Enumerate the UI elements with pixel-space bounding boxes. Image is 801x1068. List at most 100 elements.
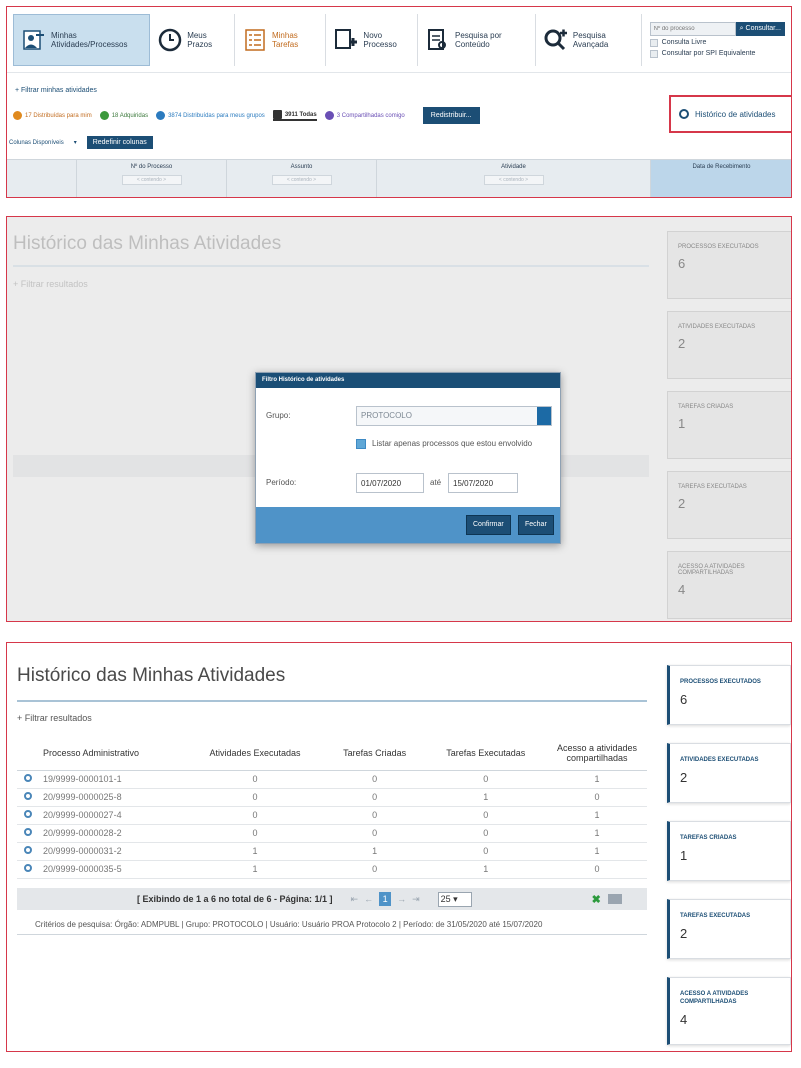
next-page-icon[interactable]: → xyxy=(397,894,406,904)
redistribuir-button[interactable]: Redistribuir... xyxy=(422,107,480,124)
summary-label: ACESSO A ATIVIDADES COMPARTILHADAS xyxy=(678,564,745,576)
grid-header-data[interactable]: Data de Recebimento xyxy=(651,160,791,197)
col-acesso-compartilhadas[interactable]: Acesso a atividades compartilhadas xyxy=(547,736,647,771)
summary-label: TAREFAS EXECUTADAS xyxy=(680,913,751,919)
share-icon xyxy=(324,111,334,120)
title-rule xyxy=(13,265,649,267)
results-area: Histórico das Minhas Atividades + Filtra… xyxy=(7,643,657,1051)
confirmar-button[interactable]: Confirmar xyxy=(466,515,511,535)
grupo-value: PROTOCOLO xyxy=(361,411,412,420)
col-tarefas-criadas[interactable]: Tarefas Criadas xyxy=(324,736,425,771)
tab-minhas-atividades[interactable]: Minhas Atividades/Processos xyxy=(13,13,151,66)
grupo-select[interactable]: PROTOCOLO xyxy=(356,406,552,426)
historico-results-panel: Histórico das Minhas Atividades + Filtra… xyxy=(6,642,792,1052)
gear-icon[interactable] xyxy=(24,846,32,854)
filter-input[interactable]: < contendo > xyxy=(483,175,544,185)
stat-distribuidas-grupos[interactable]: 3874 Distribuídas para meus grupos xyxy=(156,111,265,120)
chevron-down-icon xyxy=(537,407,551,425)
column-controls: Colunas Disponíveis ▾ Redefinir colunas xyxy=(9,136,153,149)
title-rule xyxy=(17,700,647,702)
stat-distribuidas-mim[interactable]: 17 Distribuídas para mim xyxy=(13,111,92,120)
tab-novo-processo[interactable]: Novo Processo xyxy=(326,13,418,66)
table-header-row: Processo Administrativo Atividades Execu… xyxy=(17,736,647,771)
tab-pesquisa-conteudo[interactable]: Pesquisa por Conteúdo xyxy=(418,13,536,66)
consulta-livre-option[interactable]: Consulta Livre xyxy=(649,38,791,47)
consulta-livre-checkbox[interactable] xyxy=(649,38,658,47)
page-size-select[interactable]: 25 ▾ xyxy=(437,891,472,907)
tab-label: Meus Prazos xyxy=(187,30,213,49)
summary-card-faded: ACESSO A ATIVIDADES COMPARTILHADAS 4 xyxy=(667,551,791,619)
date-to-input[interactable] xyxy=(448,473,518,493)
colunas-disponiveis-dropdown[interactable]: Colunas Disponíveis xyxy=(9,140,64,146)
tab-pesquisa-avancada[interactable]: Pesquisa Avançada xyxy=(536,13,642,66)
history-icon xyxy=(679,109,689,119)
print-icon[interactable] xyxy=(607,894,622,904)
last-page-icon[interactable]: ⇥ xyxy=(412,894,420,905)
summary-card-processos: PROCESSOS EXECUTADOS 6 xyxy=(667,665,791,725)
grid-header-processo[interactable]: Nº do Processo < contendo > xyxy=(77,160,227,197)
page-title: Histórico das Minhas Atividades xyxy=(13,233,282,254)
summary-card-faded: PROCESSOS EXECUTADOS 6 xyxy=(667,231,791,299)
summary-value: 1 xyxy=(678,416,686,431)
col-tarefas-executadas[interactable]: Tarefas Executadas xyxy=(424,736,547,771)
cell-value: 1 xyxy=(547,842,647,861)
current-page[interactable]: 1 xyxy=(379,892,392,906)
gear-icon[interactable] xyxy=(24,828,32,836)
consultar-spi-checkbox[interactable] xyxy=(649,49,658,58)
filtrar-atividades-link[interactable]: + Filtrar minhas atividades xyxy=(15,87,97,94)
table-row: 20/9999-0000027-4 0 0 0 1 xyxy=(17,806,647,825)
redefinir-colunas-button[interactable]: Redefinir colunas xyxy=(86,136,153,149)
excel-export-icon[interactable]: ✖ xyxy=(592,893,604,906)
cell-processo[interactable]: 20/9999-0000031-2 xyxy=(39,842,186,861)
filter-input[interactable]: < contendo > xyxy=(121,175,182,185)
grid-header-spacer xyxy=(7,160,77,197)
tab-label: Minhas Atividades/Processos xyxy=(51,30,128,49)
ate-label: até xyxy=(430,478,442,487)
cell-processo[interactable]: 20/9999-0000027-4 xyxy=(39,806,186,825)
fechar-button[interactable]: Fechar xyxy=(518,515,554,535)
summary-label: TAREFAS EXECUTADAS xyxy=(678,484,747,490)
date-from-input[interactable] xyxy=(356,473,424,493)
cell-processo[interactable]: 20/9999-0000035-5 xyxy=(39,860,186,879)
gear-icon[interactable] xyxy=(24,792,32,800)
stat-todas[interactable]: 3911 Todas xyxy=(272,110,317,121)
consultar-button[interactable]: ⌕ Consultar... xyxy=(735,21,785,36)
tab-meus-prazos[interactable]: Meus Prazos xyxy=(150,13,235,66)
historico-atividades-link[interactable]: Histórico de atividades xyxy=(669,95,791,133)
cell-processo[interactable]: 20/9999-0000025-8 xyxy=(39,788,186,807)
cell-value: 0 xyxy=(424,806,547,825)
gear-icon[interactable] xyxy=(24,774,32,782)
cell-value: 1 xyxy=(185,842,325,861)
summary-label: PROCESSOS EXECUTADOS xyxy=(678,244,759,250)
summary-label: ATIVIDADES EXECUTADAS xyxy=(678,324,756,330)
page-size-value: 25 xyxy=(440,893,451,904)
summary-value: 1 xyxy=(680,848,688,863)
prev-page-icon[interactable]: ← xyxy=(364,894,373,904)
col-atividades-executadas[interactable]: Atividades Executadas xyxy=(185,736,325,771)
tab-minhas-tarefas[interactable]: Minhas Tarefas xyxy=(235,13,327,66)
grid-header-atividade[interactable]: Atividade < contendo > xyxy=(377,160,651,197)
summary-label: TAREFAS CRIADAS xyxy=(678,404,734,410)
cell-processo[interactable]: 20/9999-0000028-2 xyxy=(39,824,186,843)
consultar-spi-option[interactable]: Consultar por SPI Equivalente xyxy=(649,49,791,58)
first-page-icon[interactable]: ⇤ xyxy=(351,894,359,905)
grid-header-assunto[interactable]: Assunto < contendo > xyxy=(227,160,377,197)
gear-icon[interactable] xyxy=(24,864,32,872)
envolvido-label: Listar apenas processos que estou envolv… xyxy=(372,439,533,448)
header-label: Data de Recebimento xyxy=(692,164,751,170)
page-title: Histórico das Minhas Atividades xyxy=(17,665,286,686)
advanced-search-icon xyxy=(544,29,567,50)
filter-modal-panel: Histórico das Minhas Atividades + Filtra… xyxy=(6,216,792,622)
stat-compartilhadas[interactable]: 3 Compartilhadas comigo xyxy=(324,111,405,120)
consultar-spi-label: Consultar por SPI Equivalente xyxy=(661,50,756,57)
tab-label: Minhas Tarefas xyxy=(271,30,299,49)
filter-input[interactable]: < contendo > xyxy=(271,175,332,185)
cell-processo[interactable]: 19/9999-0000101-1 xyxy=(39,770,186,789)
gear-icon[interactable] xyxy=(24,810,32,818)
stat-adquiridas[interactable]: 18 Adquiridas xyxy=(99,111,148,120)
process-number-input[interactable] xyxy=(649,21,736,36)
main-toolbar-panel: Minhas Atividades/Processos Meus Prazos … xyxy=(6,6,792,198)
cell-value: 1 xyxy=(324,842,425,861)
col-processo[interactable]: Processo Administrativo xyxy=(39,736,186,771)
filtrar-resultados-link[interactable]: + Filtrar resultados xyxy=(17,713,92,723)
